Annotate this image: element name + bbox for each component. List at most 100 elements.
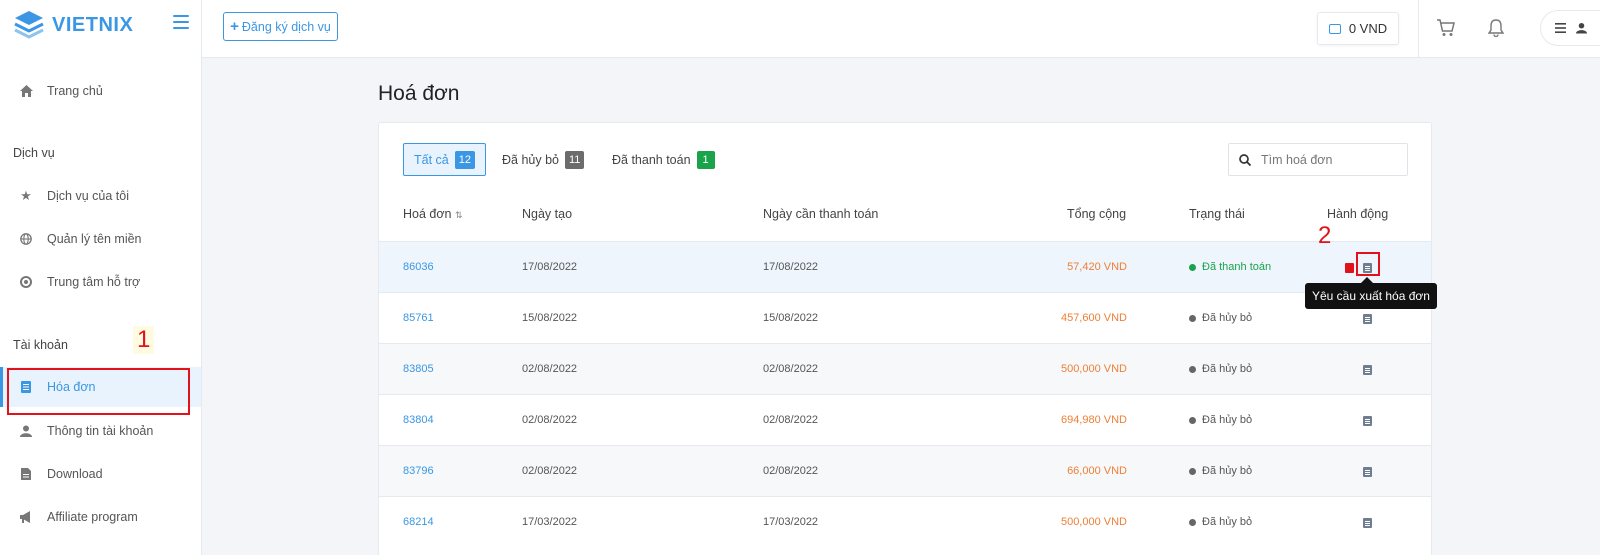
megaphone-icon [19, 510, 33, 524]
status-badge: Đã hủy bỏ [1189, 516, 1252, 528]
view-invoice-icon[interactable] [1363, 365, 1372, 375]
sidebar-item-support[interactable]: Trung tâm hỗ trợ [0, 262, 201, 302]
search-box[interactable] [1228, 143, 1408, 176]
bell-icon[interactable] [1485, 17, 1507, 39]
filter-tab-paid[interactable]: Đã thanh toán 1 [602, 143, 725, 176]
created-date: 15/08/2022 [522, 312, 578, 324]
sidebar-item-home[interactable]: Trang chủ [0, 71, 201, 111]
balance-value: 0 VND [1348, 21, 1388, 36]
column-header-actions: Hành động [1327, 207, 1389, 221]
view-invoice-icon[interactable] [1363, 416, 1372, 426]
export-invoice-icon[interactable] [1345, 263, 1354, 273]
filter-count-badge: 1 [696, 150, 715, 169]
created-date: 17/03/2022 [522, 516, 578, 528]
column-header-due: Ngày cần thanh toán [763, 207, 879, 221]
search-input[interactable] [1261, 152, 1391, 167]
view-invoice-icon[interactable] [1363, 314, 1372, 324]
logo[interactable]: VIETNIX [12, 8, 133, 42]
sort-icon: ⇅ [455, 210, 463, 220]
export-invoice-tooltip: Yêu cầu xuất hóa đơn [1305, 277, 1437, 309]
status-label: Đã hủy bỏ [1202, 312, 1253, 324]
table-row[interactable]: 86036 17/08/2022 17/08/2022 57,420 VND Đ… [379, 241, 1431, 292]
filter-tab-cancelled[interactable]: Đã hủy bỏ 11 [492, 143, 594, 176]
created-date: 02/08/2022 [522, 465, 578, 477]
status-badge: Đã hủy bỏ [1189, 414, 1252, 426]
sidebar-item-label: Thông tin tài khoản [47, 424, 154, 438]
filter-label: Tất cả [414, 152, 449, 167]
status-dot-icon [1189, 467, 1196, 475]
invoice-id-link[interactable]: 83804 [403, 414, 434, 426]
status-badge: Đã hủy bỏ [1189, 465, 1252, 477]
wallet-icon [1328, 23, 1341, 34]
sidebar-item-my-services[interactable]: ★ Dịch vụ của tôi [0, 176, 201, 216]
table-row[interactable]: 83805 02/08/2022 02/08/2022 500,000 VND … [379, 343, 1431, 394]
page-title: Hoá đơn [378, 82, 460, 105]
menu-toggle-icon[interactable] [173, 15, 189, 29]
status-dot-icon [1189, 314, 1196, 322]
sidebar-item-label: Trung tâm hỗ trợ [47, 275, 141, 289]
column-header-total: Tổng cộng [1067, 207, 1127, 221]
plus-icon: + [230, 18, 239, 35]
annotation-highlight-invoices [7, 368, 190, 415]
status-dot-icon [1189, 416, 1196, 424]
due-date: 02/08/2022 [763, 465, 819, 477]
sidebar-item-account-info[interactable]: Thông tin tài khoản [0, 411, 201, 451]
due-date: 02/08/2022 [763, 363, 819, 375]
view-invoice-icon[interactable] [1363, 467, 1372, 477]
sidebar-item-label: Download [47, 467, 103, 481]
invoice-total: 500,000 VND [1060, 363, 1127, 375]
logo-icon [14, 11, 44, 39]
column-header-label: Hoá đơn [403, 207, 452, 221]
status-label: Đã thanh toán [1202, 261, 1272, 273]
status-dot-icon [1189, 518, 1196, 526]
section-title-account: Tài khoản [13, 338, 68, 352]
annotation-marker-1: 1 [133, 326, 155, 354]
brand-name: VIETNIX [52, 13, 134, 36]
invoice-total: 457,600 VND [1060, 312, 1127, 324]
created-date: 17/08/2022 [522, 261, 578, 273]
support-icon [19, 275, 33, 289]
table-header: Hoá đơn ⇅ Ngày tạo Ngày cần thanh toán T… [379, 207, 1431, 241]
globe-icon [19, 232, 33, 246]
column-header-created: Ngày tạo [522, 207, 573, 221]
invoice-card: Tất cả 12 Đã hủy bỏ 11 Đã thanh toán 1 H… [378, 122, 1432, 555]
sidebar-item-label: Affiliate program [47, 510, 138, 524]
sidebar: VIETNIX Trang chủ Dịch vụ ★ Dịch vụ của … [0, 0, 202, 555]
invoice-total: 66,000 VND [1067, 465, 1127, 477]
invoice-id-link[interactable]: 68214 [403, 516, 434, 528]
table-row[interactable]: 68214 17/03/2022 17/03/2022 500,000 VND … [379, 496, 1431, 547]
invoice-id-link[interactable]: 83796 [403, 465, 434, 477]
register-service-label: Đăng ký dịch vụ [241, 19, 331, 34]
sidebar-item-label: Quản lý tên miền [47, 232, 142, 246]
due-date: 17/03/2022 [763, 516, 819, 528]
invoice-total: 57,420 VND [1067, 261, 1127, 273]
filter-label: Đã hủy bỏ [502, 152, 559, 167]
table-row[interactable]: 85761 15/08/2022 15/08/2022 457,600 VND … [379, 292, 1431, 343]
table-row[interactable]: 83804 02/08/2022 02/08/2022 694,980 VND … [379, 394, 1431, 445]
user-icon [19, 424, 33, 438]
filter-label: Đã thanh toán [612, 152, 691, 167]
status-label: Đã hủy bỏ [1202, 414, 1253, 426]
invoice-id-link[interactable]: 83805 [403, 363, 434, 375]
view-invoice-icon[interactable] [1363, 518, 1372, 528]
user-menu[interactable] [1540, 10, 1600, 46]
section-title-services: Dịch vụ [13, 146, 55, 160]
table-row[interactable]: 83796 02/08/2022 02/08/2022 66,000 VND Đ… [379, 445, 1431, 496]
filter-count-badge: 11 [564, 150, 585, 169]
sidebar-item-label: Dịch vụ của tôi [47, 189, 129, 203]
register-service-button[interactable]: + Đăng ký dịch vụ [223, 12, 338, 41]
created-date: 02/08/2022 [522, 363, 578, 375]
sidebar-item-label: Trang chủ [47, 84, 103, 98]
filter-tab-all[interactable]: Tất cả 12 [403, 143, 486, 176]
balance-badge[interactable]: 0 VND [1317, 12, 1399, 45]
invoice-id-link[interactable]: 85761 [403, 312, 434, 324]
sidebar-item-affiliate[interactable]: Affiliate program [0, 497, 201, 537]
sidebar-item-domains[interactable]: Quản lý tên miền [0, 219, 201, 259]
column-header-invoice[interactable]: Hoá đơn ⇅ [403, 207, 463, 221]
sidebar-item-download[interactable]: Download [0, 454, 201, 494]
status-badge: Đã hủy bỏ [1189, 312, 1252, 324]
user-avatar-icon [1576, 22, 1587, 34]
annotation-marker-2: 2 [1318, 222, 1332, 249]
invoice-id-link[interactable]: 86036 [403, 261, 434, 273]
cart-icon[interactable] [1435, 17, 1457, 39]
